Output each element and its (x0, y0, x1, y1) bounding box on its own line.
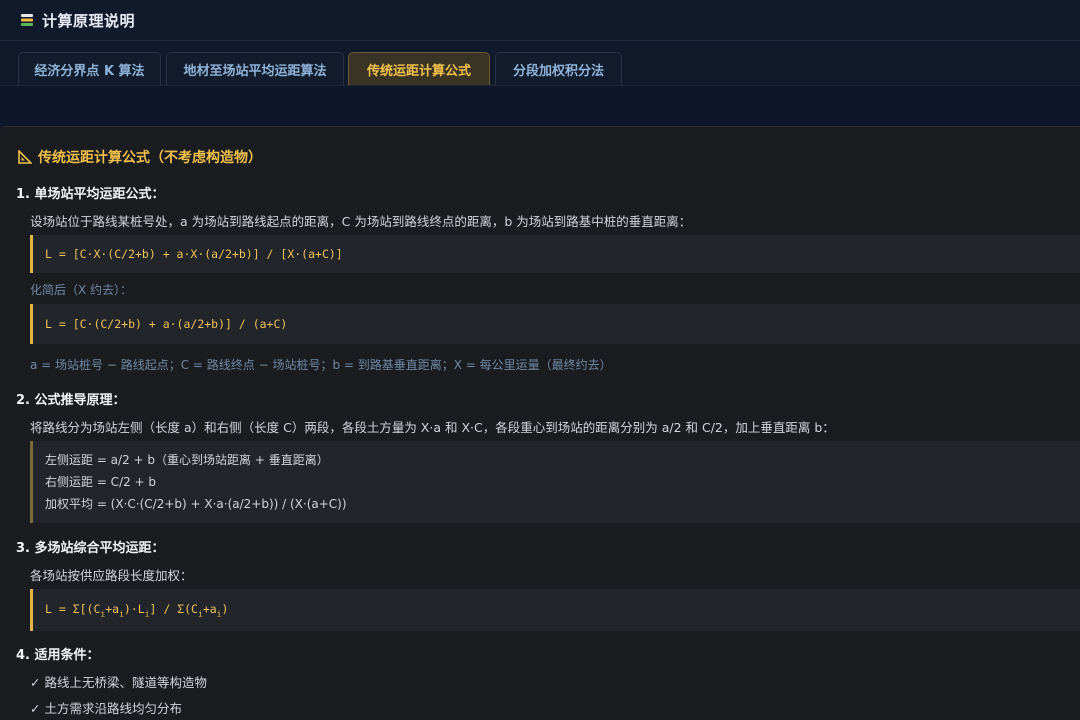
book-stack-icon (20, 13, 34, 27)
tab-average-haul-distance[interactable]: 地材至场站平均运距算法 (166, 52, 344, 85)
formula-simplified: L = [C·(C/2+b) + a·(a/2+b)] / (a+C) (45, 317, 288, 331)
heading-single-station: 1. 单场站平均运距公式： (16, 187, 165, 202)
tab-traditional-formula[interactable]: 传统运距计算公式 (348, 52, 490, 85)
formula-block-original: L = [C·X·(C/2+b) + a·X·(a/2+b)] / [X·(a+… (30, 235, 1080, 273)
tab-content-spacer (0, 86, 1080, 126)
derivation-line-right: 右侧运距 = C/2 + b (45, 475, 157, 489)
tab-bar: 经济分界点 K 算法 地材至场站平均运距算法 传统运距计算公式 分段加权积分法 (0, 41, 1080, 86)
heading-applicability: 4. 适用条件： (16, 648, 100, 663)
multi-station-description: 各场站按供应路段长度加权： (30, 568, 193, 583)
heading-multi-station: 3. 多场站综合平均运距： (16, 541, 165, 556)
variable-legend: a = 场站桩号 − 路线起点；C = 路线终点 − 场站桩号；b = 到路基垂… (30, 358, 612, 372)
page-title: 计算原理说明 (42, 11, 136, 30)
tab-economic-boundary-k[interactable]: 经济分界点 K 算法 (18, 52, 161, 85)
derivation-description: 将路线分为场站左侧（长度 a）和右侧（长度 C）两段，各段土方量为 X·a 和 … (30, 420, 835, 435)
derivation-line-weighted: 加权平均 = (X·C·(C/2+b) + X·a·(a/2+b)) / (X·… (45, 497, 347, 511)
derivation-line-left: 左侧运距 = a/2 + b（重心到场站距离 + 垂直距离） (45, 453, 329, 467)
condition-item: ✓ 路线上无桥梁、隧道等构造物 (30, 675, 207, 690)
app-header: 计算原理说明 (0, 0, 1080, 41)
formula-multi-station: L = Σ[(Ci+ai)·Li] / Σ(Ci+ai) (45, 601, 229, 619)
formula-original: L = [C·X·(C/2+b) + a·X·(a/2+b)] / [X·(a+… (45, 247, 343, 261)
derivation-note-block: 左侧运距 = a/2 + b（重心到场站距离 + 垂直距离） 右侧运距 = C/… (30, 441, 1080, 523)
single-station-description: 设场站位于路线某桩号处，a 为场站到路线起点的距离，C 为场站到路线终点的距离，… (30, 214, 692, 229)
formula-block-simplified: L = [C·(C/2+b) + a·(a/2+b)] / (a+C) (30, 304, 1080, 344)
tab-segment-weighted-integral[interactable]: 分段加权积分法 (495, 52, 622, 85)
condition-item: ✓ 土方需求沿路线均匀分布 (30, 701, 182, 716)
formula-block-multi-station: L = Σ[(Ci+ai)·Li] / Σ(Ci+ai) (30, 589, 1080, 631)
triangle-ruler-icon (18, 149, 33, 164)
section-title: 传统运距计算公式（不考虑构造物） (38, 150, 262, 166)
heading-derivation: 2. 公式推导原理： (16, 393, 126, 408)
simplify-label: 化简后（X 约去）： (30, 283, 133, 297)
content-panel: 传统运距计算公式（不考虑构造物） 1. 单场站平均运距公式： 设场站位于路线某桩… (0, 126, 1080, 720)
